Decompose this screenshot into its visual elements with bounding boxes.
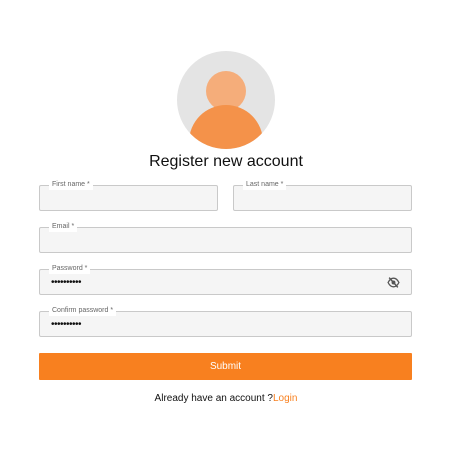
page-title: Register new account bbox=[149, 153, 303, 170]
avatar-body bbox=[189, 105, 263, 149]
login-prompt: Already have an account ?Login bbox=[0, 393, 452, 404]
confirm-password-value: •••••••••• bbox=[51, 319, 82, 330]
password-label: Password * bbox=[49, 264, 91, 274]
confirm-password-label: Confirm password * bbox=[49, 306, 117, 316]
first-name-field[interactable]: First name * bbox=[39, 180, 218, 211]
login-link[interactable]: Login bbox=[273, 393, 297, 404]
email-field[interactable]: Email * bbox=[39, 222, 412, 253]
email-label: Email * bbox=[49, 222, 78, 232]
last-name-label: Last name * bbox=[243, 180, 287, 190]
login-prompt-text: Already have an account ? bbox=[154, 393, 273, 404]
submit-button[interactable]: Submit bbox=[39, 353, 412, 380]
first-name-label: First name * bbox=[49, 180, 93, 190]
password-field[interactable]: Password * •••••••••• bbox=[39, 264, 412, 295]
password-value: •••••••••• bbox=[51, 277, 82, 288]
confirm-password-field[interactable]: Confirm password * •••••••••• bbox=[39, 306, 412, 337]
eye-off-icon[interactable] bbox=[387, 277, 400, 288]
last-name-field[interactable]: Last name * bbox=[233, 180, 412, 211]
avatar bbox=[177, 51, 275, 149]
